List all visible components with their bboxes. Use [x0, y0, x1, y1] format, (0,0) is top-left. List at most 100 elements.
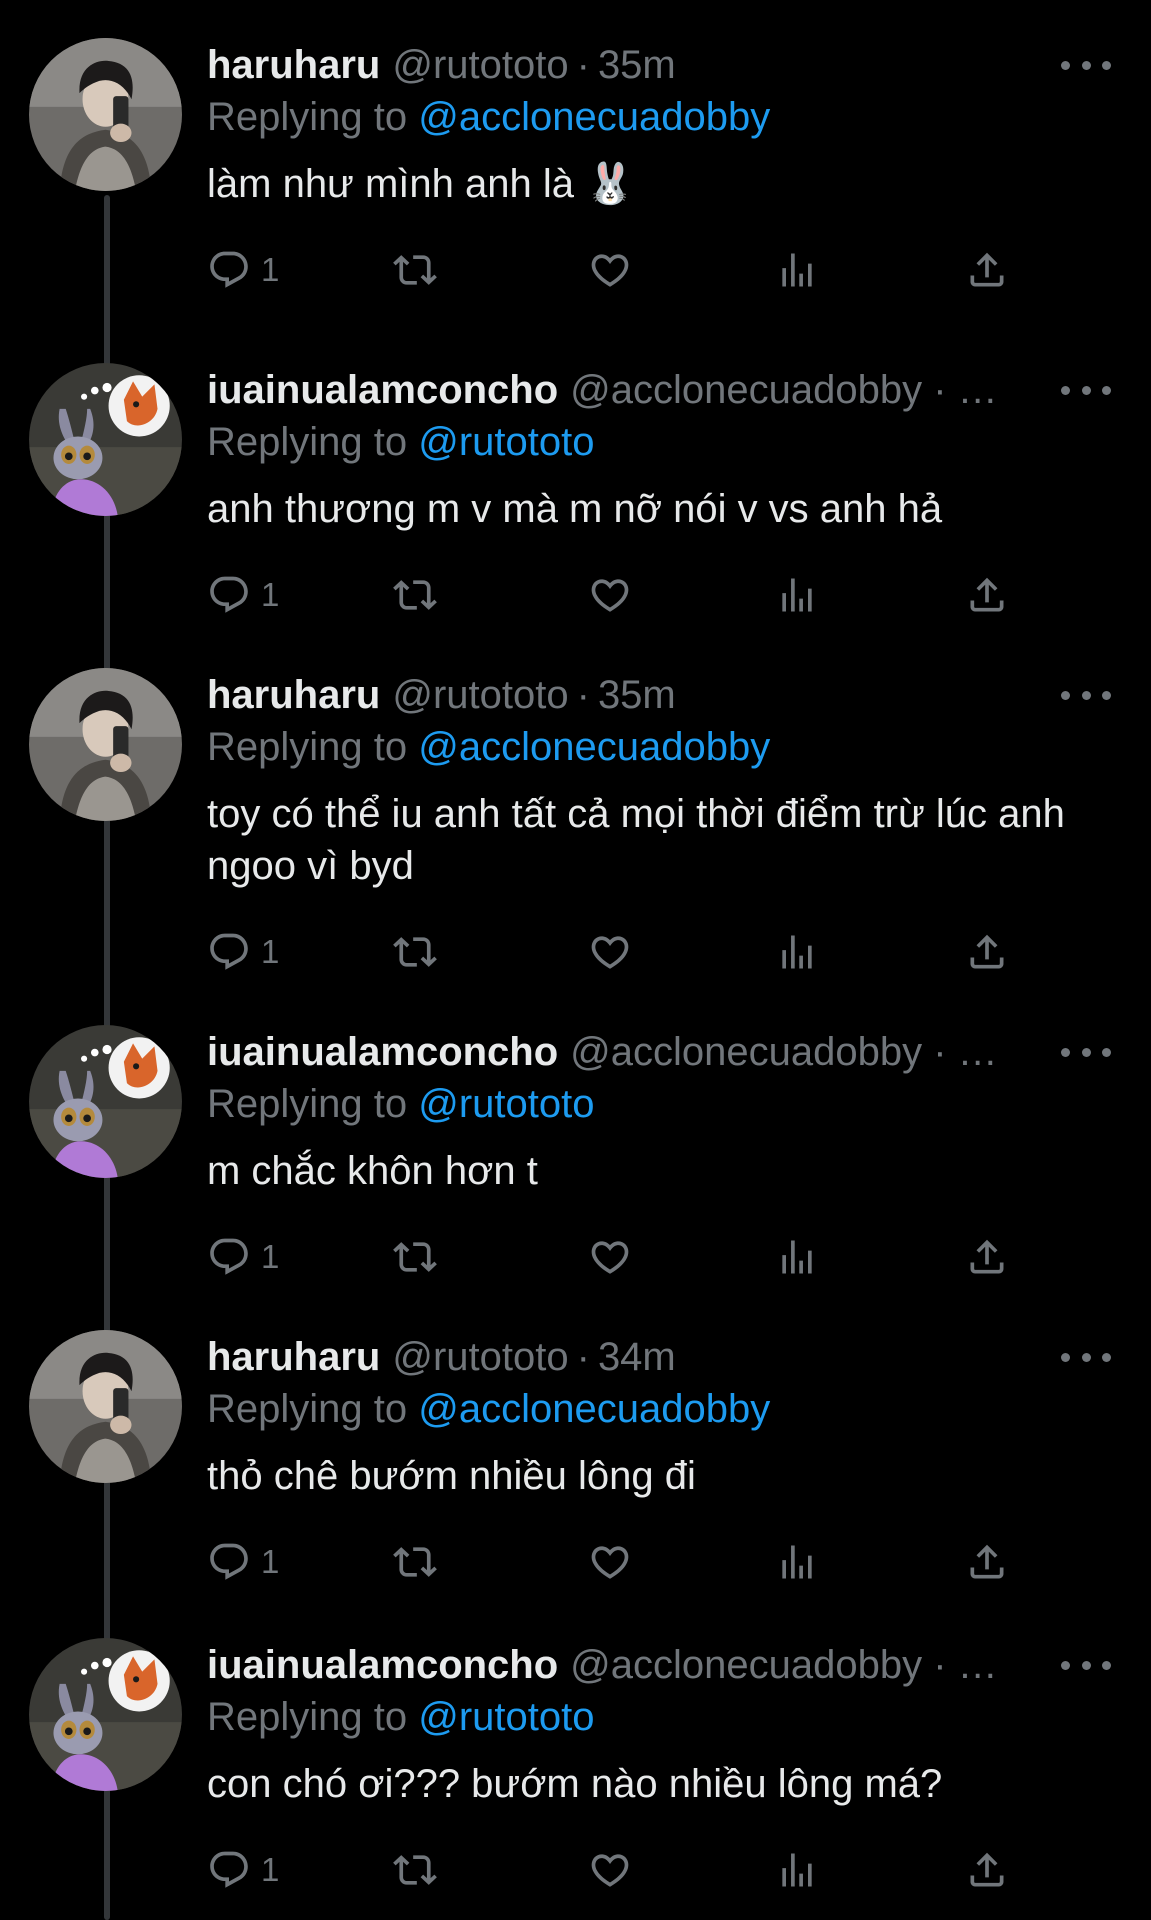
avatar-cartoon-bunny-fox[interactable] [29, 363, 182, 516]
tweet[interactable]: iuainualamconcho@acclonecuadobby· · … Re… [0, 1600, 1151, 1905]
like-button[interactable] [588, 245, 632, 295]
action-bar: 1 [207, 1232, 1007, 1282]
avatar-cartoon-bunny-fox[interactable] [29, 1638, 182, 1791]
views-icon [775, 248, 819, 292]
views-button[interactable] [775, 927, 819, 977]
share-icon [965, 248, 1009, 292]
retweet-button[interactable] [393, 1537, 437, 1587]
reply-button[interactable]: 1 [207, 1845, 279, 1895]
tweet-header: iuainualamconcho@acclonecuadobby· · … [207, 1027, 1031, 1077]
retweet-icon [393, 248, 437, 292]
timestamp[interactable]: 34m [598, 1335, 676, 1379]
like-button[interactable] [588, 570, 632, 620]
replying-to-mention[interactable]: @acclonecuadobby [418, 95, 770, 139]
replying-to: Replying to @rutototo [207, 1079, 595, 1129]
retweet-button[interactable] [393, 927, 437, 977]
tweet[interactable]: iuainualamconcho@acclonecuadobby· · … Re… [0, 325, 1151, 630]
reply-button[interactable]: 1 [207, 1232, 279, 1282]
display-name[interactable]: haruharu [207, 1335, 380, 1379]
views-button[interactable] [775, 245, 819, 295]
action-bar: 1 [207, 245, 1007, 295]
share-button[interactable] [965, 245, 1009, 295]
replying-to: Replying to @rutototo [207, 417, 595, 467]
replying-to-mention[interactable]: @acclonecuadobby [418, 725, 770, 769]
retweet-button[interactable] [393, 245, 437, 295]
views-icon [775, 1848, 819, 1892]
tweet-text: anh thương m v mà m nỡ nói v vs anh hả [207, 487, 943, 531]
user-handle[interactable]: @acclonecuadobby [570, 1643, 922, 1687]
avatar-photo-selfie[interactable] [29, 1330, 182, 1483]
display-name[interactable]: haruharu [207, 673, 380, 717]
replying-to-mention[interactable]: @rutototo [418, 1082, 594, 1126]
separator-dot: · [576, 1335, 590, 1379]
user-handle[interactable]: @rutototo [392, 43, 568, 87]
reply-button[interactable]: 1 [207, 245, 279, 295]
like-icon [588, 248, 632, 292]
display-name[interactable]: iuainualamconcho [207, 368, 558, 412]
views-button[interactable] [775, 1537, 819, 1587]
share-button[interactable] [965, 1845, 1009, 1895]
user-handle[interactable]: @acclonecuadobby [570, 368, 922, 412]
reply-count: 1 [261, 576, 280, 613]
share-button[interactable] [965, 570, 1009, 620]
retweet-button[interactable] [393, 1232, 437, 1282]
avatar-cartoon-bunny-fox[interactable] [29, 1025, 182, 1178]
user-handle[interactable]: @rutototo [392, 673, 568, 717]
truncation-ellipsis: · … [922, 368, 998, 412]
like-button[interactable] [588, 1537, 632, 1587]
more-icon[interactable] [1061, 52, 1111, 78]
action-bar: 1 [207, 1537, 1007, 1587]
user-handle[interactable]: @rutototo [392, 1335, 568, 1379]
user-handle[interactable]: @acclonecuadobby [570, 1030, 922, 1074]
views-button[interactable] [775, 1232, 819, 1282]
tweet-header: iuainualamconcho@acclonecuadobby· · … [207, 365, 1031, 415]
like-button[interactable] [588, 1232, 632, 1282]
action-bar: 1 [207, 570, 1007, 620]
replying-to-mention[interactable]: @rutototo [418, 420, 594, 464]
share-button[interactable] [965, 1537, 1009, 1587]
display-name[interactable]: iuainualamconcho [207, 1030, 558, 1074]
replying-to-mention[interactable]: @acclonecuadobby [418, 1387, 770, 1431]
more-icon[interactable] [1061, 1039, 1111, 1065]
reply-button[interactable]: 1 [207, 1537, 279, 1587]
more-icon[interactable] [1061, 682, 1111, 708]
replying-to: Replying to @acclonecuadobby [207, 92, 770, 142]
avatar-photo [29, 668, 182, 821]
reply-icon [207, 573, 251, 617]
reply-icon [207, 1848, 251, 1892]
display-name[interactable]: iuainualamconcho [207, 1643, 558, 1687]
display-name[interactable]: haruharu [207, 43, 380, 87]
retweet-icon [393, 1235, 437, 1279]
more-icon[interactable] [1061, 1344, 1111, 1370]
replying-to-label: Replying to [207, 725, 408, 769]
like-icon [588, 1848, 632, 1892]
retweet-button[interactable] [393, 570, 437, 620]
reply-button[interactable]: 1 [207, 570, 279, 620]
views-button[interactable] [775, 570, 819, 620]
avatar-photo-selfie[interactable] [29, 668, 182, 821]
timestamp[interactable]: 35m [598, 673, 676, 717]
avatar-photo-selfie[interactable] [29, 38, 182, 191]
more-icon[interactable] [1061, 1652, 1111, 1678]
retweet-button[interactable] [393, 1845, 437, 1895]
reply-button[interactable]: 1 [207, 927, 279, 977]
more-icon[interactable] [1061, 377, 1111, 403]
tweet-header: haruharu @rutototo · 34m [207, 1332, 1031, 1382]
reply-icon [207, 248, 251, 292]
views-button[interactable] [775, 1845, 819, 1895]
share-icon [965, 930, 1009, 974]
share-button[interactable] [965, 927, 1009, 977]
tweet[interactable]: haruharu @rutototo · 35m Replying to @acclo… [0, 630, 1151, 987]
replying-to: Replying to @rutototo [207, 1692, 595, 1742]
timestamp[interactable]: 35m [598, 43, 676, 87]
reply-count: 1 [261, 1851, 280, 1888]
share-button[interactable] [965, 1232, 1009, 1282]
avatar-photo [29, 1330, 182, 1483]
tweet[interactable]: haruharu @rutototo · 34m Replying to @acclo… [0, 1292, 1151, 1597]
tweet[interactable]: iuainualamconcho@acclonecuadobby· · … Re… [0, 987, 1151, 1292]
like-button[interactable] [588, 927, 632, 977]
action-bar: 1 [207, 1845, 1007, 1895]
like-button[interactable] [588, 1845, 632, 1895]
replying-to-mention[interactable]: @rutototo [418, 1695, 594, 1739]
tweet[interactable]: haruharu @rutototo · 35m Replying to @acclo… [0, 0, 1151, 305]
